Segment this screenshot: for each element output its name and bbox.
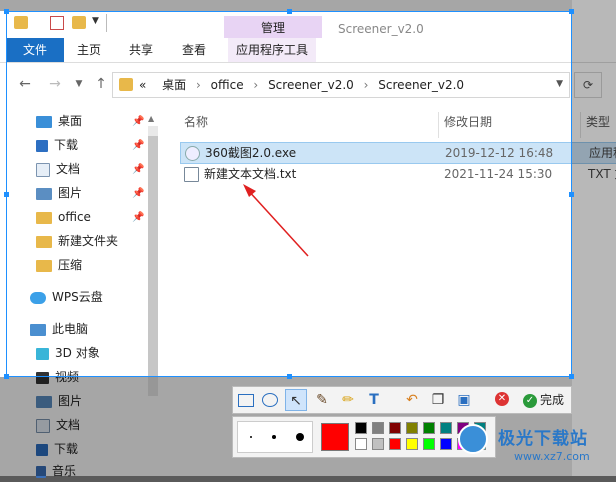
color-swatch[interactable] [372,422,384,434]
done-button[interactable]: ✓ 完成 [523,389,564,411]
undo-icon[interactable]: ↶ [401,389,423,411]
color-swatch[interactable] [423,438,435,450]
size-small[interactable] [250,436,252,438]
color-swatch[interactable] [389,422,401,434]
copy-icon[interactable]: ❐ [427,389,449,411]
arrow-icon[interactable]: ↖ [285,389,307,411]
watermark-name: 极光下载站 [498,429,588,449]
color-swatch[interactable] [406,422,418,434]
color-swatch[interactable] [406,438,418,450]
current-color[interactable] [321,423,349,451]
cancel-icon[interactable]: ✕ [495,392,509,406]
color-swatch[interactable] [355,422,367,434]
color-swatch[interactable] [355,438,367,450]
site-watermark: 极光下载站 www.xz7.com [458,420,616,476]
rectangle-icon[interactable] [235,389,257,411]
color-swatch[interactable] [440,438,452,450]
logo-icon [458,424,488,454]
done-label: 完成 [540,393,565,407]
color-swatch[interactable] [389,438,401,450]
ellipse-icon[interactable] [259,389,281,411]
watermark-url: www.xz7.com [514,450,590,463]
color-palette [232,416,496,458]
stroke-size-selector [237,421,313,453]
brush-icon[interactable]: ✎ [311,389,333,411]
size-large[interactable] [296,433,304,441]
color-swatch[interactable] [440,422,452,434]
color-swatch[interactable] [372,438,384,450]
drawing-toolbar: ↖ ✎ ✏ T ↶ ❐ ▣ ✕ ✓ 完成 [232,386,572,414]
pencil-icon[interactable]: ✏ [337,389,359,411]
checkmark-icon: ✓ [523,393,537,408]
save-icon[interactable]: ▣ [453,389,475,411]
size-medium[interactable] [272,435,276,439]
text-icon[interactable]: T [363,389,385,411]
color-swatch[interactable] [423,422,435,434]
